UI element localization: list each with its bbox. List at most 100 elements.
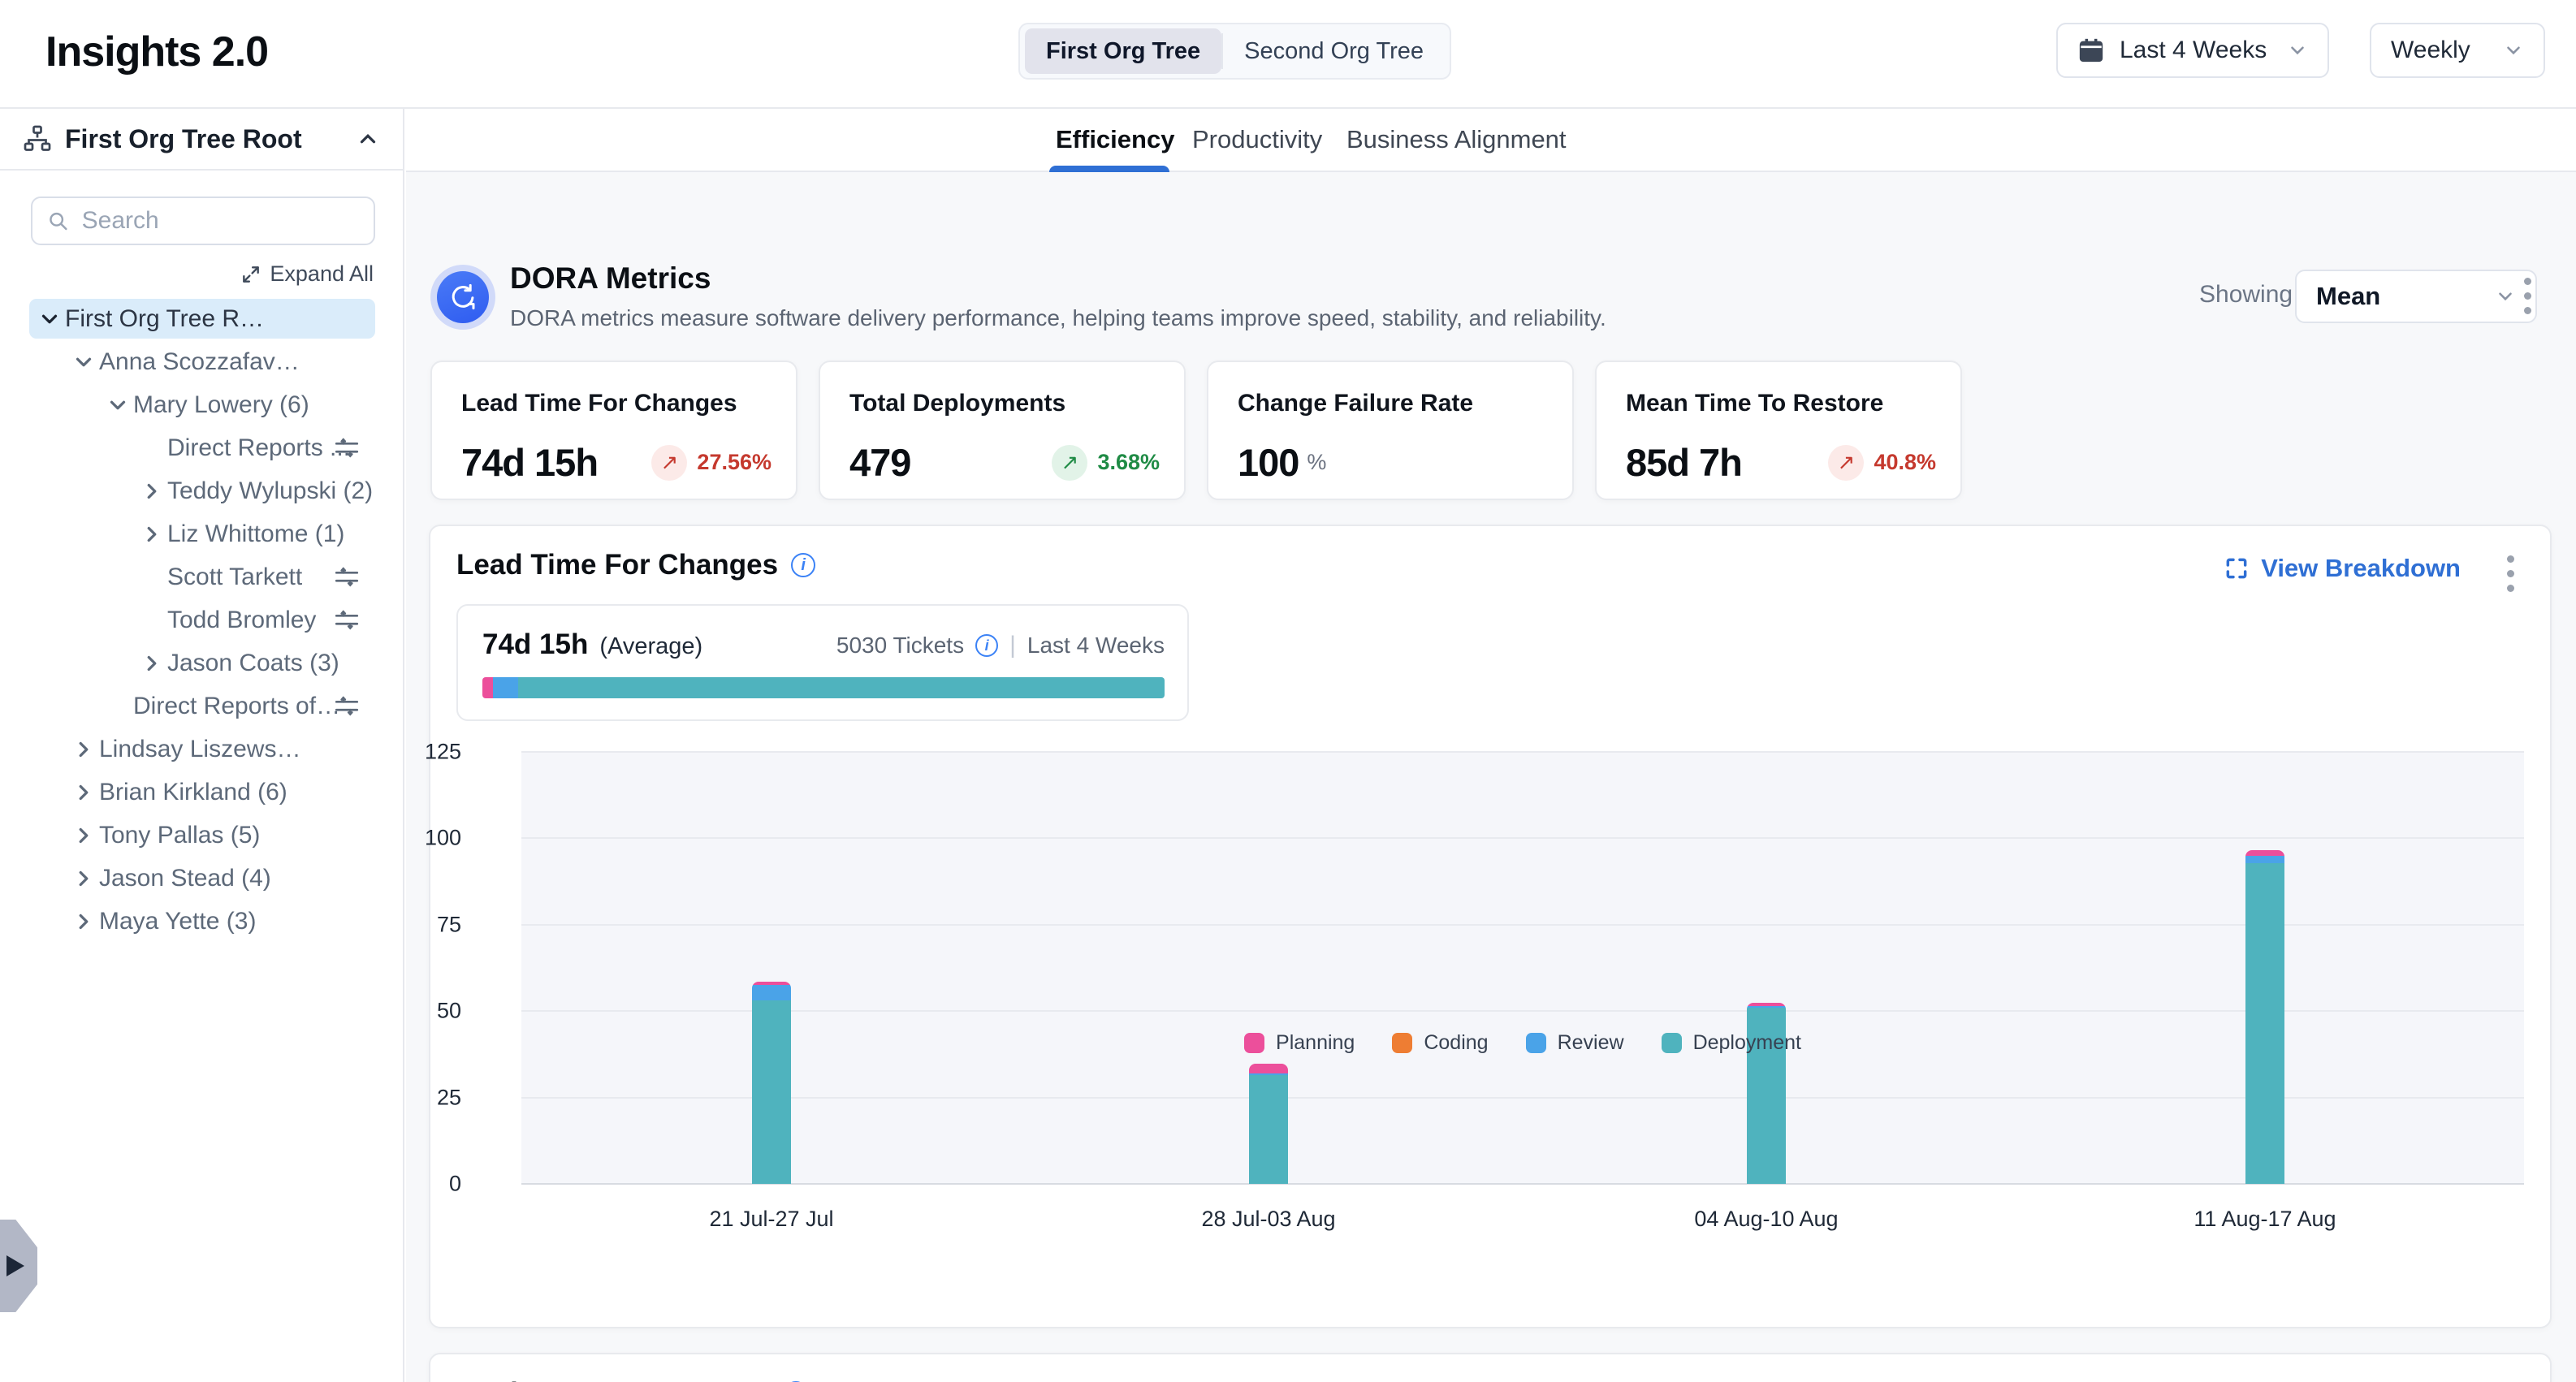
chevron-right-icon[interactable]: [71, 823, 96, 848]
search-input[interactable]: [82, 207, 359, 235]
delta-value: 3.68%: [1097, 450, 1160, 475]
delta-badge: ↗3.68%: [1052, 445, 1160, 481]
gridline: [521, 1097, 2524, 1099]
stacked-bar-04-aug-10-aug[interactable]: [1747, 1003, 1786, 1184]
chevron-right-icon[interactable]: [71, 909, 96, 934]
y-tick-label: 100: [425, 826, 461, 851]
expand-all-button[interactable]: Expand All: [240, 261, 374, 287]
tree-item[interactable]: Tony Pallas (5): [0, 814, 403, 857]
x-tick-label: 28 Jul-03 Aug: [1201, 1207, 1335, 1232]
y-tick-label: 0: [449, 1172, 461, 1197]
chevron-right-icon[interactable]: [71, 737, 96, 762]
info-icon[interactable]: i: [791, 553, 815, 577]
collapse-arrow-icon: [6, 1255, 24, 1276]
tree-item[interactable]: Maya Yette (3): [0, 900, 403, 943]
filters-applied-icon[interactable]: [333, 693, 361, 720]
filters-applied-icon[interactable]: [333, 434, 361, 462]
legend-item-coding[interactable]: Coding: [1392, 1031, 1488, 1055]
deployment-frequency-title: Deployment Frequency: [456, 1377, 771, 1382]
tree-item[interactable]: Teddy Wylupski (2): [0, 469, 403, 512]
info-icon[interactable]: i: [975, 634, 998, 657]
legend-swatch: [1662, 1033, 1682, 1053]
sidebar-header: First Org Tree Root: [0, 109, 403, 171]
legend-item-deployment[interactable]: Deployment: [1662, 1031, 1801, 1055]
legend-label: Planning: [1276, 1031, 1355, 1055]
tree-item[interactable]: Liz Whittome (1): [0, 512, 403, 555]
lead-time-title: Lead Time For Changes: [456, 549, 778, 581]
chevron-right-icon[interactable]: [140, 479, 164, 503]
delta-value: 27.56%: [697, 450, 772, 475]
legend-label: Review: [1558, 1031, 1624, 1055]
lead-time-chart-plot: [521, 752, 2524, 1184]
stacked-bar-28-jul-03-aug[interactable]: [1249, 1064, 1288, 1184]
stacked-bar-11-aug-17-aug[interactable]: [2245, 850, 2284, 1184]
tree-item-label: Brian Kirkland (6): [99, 779, 287, 806]
toggle-first-org-tree[interactable]: First Org Tree: [1025, 28, 1221, 74]
tab-efficiency[interactable]: Efficiency: [1056, 109, 1174, 171]
tree-item-label: Jason Coats (3): [167, 650, 339, 677]
org-tree: First Org Tree Root (1) Anna Scozzafava (…: [0, 297, 403, 943]
gridline: [521, 751, 2524, 753]
metric-title: Lead Time For Changes: [461, 390, 767, 417]
legend-item-review[interactable]: Review: [1526, 1031, 1624, 1055]
metric-title: Mean Time To Restore: [1626, 390, 1931, 417]
tree-item[interactable]: Mary Lowery (6): [0, 383, 403, 426]
tree-item[interactable]: Brian Kirkland (6): [0, 771, 403, 814]
tree-item[interactable]: Jason Stead (4): [0, 857, 403, 900]
tree-item[interactable]: Anna Scozzafava (7): [0, 340, 403, 383]
app-title: Insights 2.0: [45, 28, 268, 76]
granularity-select[interactable]: Weekly: [2370, 23, 2545, 78]
granularity-value: Weekly: [2391, 37, 2470, 64]
delta-value: 40.8%: [1874, 450, 1936, 475]
chevron-right-icon[interactable]: [140, 651, 164, 676]
dora-metrics-icon: [437, 271, 489, 323]
delta-badge: ↗40.8%: [1828, 445, 1936, 481]
app-header: Insights 2.0 First Org Tree Second Org T…: [0, 0, 2576, 107]
chevron-down-icon[interactable]: [106, 393, 130, 417]
metric-title: Total Deployments: [849, 390, 1155, 417]
tree-item[interactable]: Direct Reports of A...: [0, 685, 403, 728]
toggle-second-org-tree[interactable]: Second Org Tree: [1223, 28, 1445, 74]
x-tick-label: 04 Aug-10 Aug: [1694, 1207, 1838, 1232]
tree-item[interactable]: Scott Tarkett: [0, 555, 403, 598]
active-tab-underline: [1049, 166, 1169, 172]
tree-item[interactable]: Todd Bromley: [0, 598, 403, 641]
showing-mean-select[interactable]: Mean: [2295, 270, 2537, 323]
stacked-bar-21-jul-27-jul[interactable]: [752, 982, 791, 1184]
chevron-down-icon[interactable]: [71, 350, 96, 374]
tree-item[interactable]: Jason Coats (3): [0, 641, 403, 685]
dora-more-menu[interactable]: [2524, 278, 2531, 314]
tab-productivity[interactable]: Productivity: [1192, 109, 1322, 171]
x-tick-label: 11 Aug-17 Aug: [2193, 1207, 2336, 1232]
chevron-right-icon[interactable]: [140, 522, 164, 546]
lead-time-view-breakdown[interactable]: View Breakdown: [2224, 554, 2461, 583]
chevron-down-icon[interactable]: [37, 307, 62, 331]
lead-time-card: Lead Time For Changes i View Breakdown 7…: [429, 525, 2552, 1328]
tree-item-label: First Org Tree Root (1): [65, 305, 276, 333]
metric-value: 85d 7h: [1626, 440, 1742, 485]
tree-item[interactable]: Lindsay Liszewski (8): [0, 728, 403, 771]
tree-item[interactable]: Direct Reports ...: [0, 426, 403, 469]
legend-item-planning[interactable]: Planning: [1244, 1031, 1355, 1055]
date-range-value: Last 4 Weeks: [2120, 37, 2267, 64]
tabs-row: Efficiency Productivity Business Alignment: [406, 109, 2576, 172]
lead-time-summary-card: 74d 15h (Average) 5030 Tickets i | Last …: [456, 604, 1189, 721]
calendar-icon: [2077, 37, 2105, 64]
metric-value: 74d 15h: [461, 440, 598, 485]
metric-card-change-failure-rate: Change Failure Rate100%: [1207, 361, 1574, 500]
chevron-right-icon[interactable]: [71, 780, 96, 805]
tree-item[interactable]: First Org Tree Root (1): [0, 297, 403, 340]
tree-item-label: Maya Yette (3): [99, 908, 256, 935]
date-range-select[interactable]: Last 4 Weeks: [2056, 23, 2329, 78]
collapse-panel-chevron-up-icon[interactable]: [356, 127, 380, 151]
lead-time-more-menu[interactable]: [2507, 555, 2514, 592]
org-tree-toggle: First Org Tree Second Org Tree: [1018, 23, 1451, 80]
y-tick-label: 50: [437, 999, 461, 1024]
filters-applied-icon[interactable]: [333, 564, 361, 591]
trend-up-arrow-icon: ↗: [651, 445, 687, 481]
chevron-right-icon[interactable]: [71, 866, 96, 891]
tab-business-alignment[interactable]: Business Alignment: [1346, 109, 1567, 171]
filters-applied-icon[interactable]: [333, 607, 361, 634]
tree-item-label: Scott Tarkett: [167, 564, 302, 591]
metric-value: 479: [849, 440, 910, 485]
